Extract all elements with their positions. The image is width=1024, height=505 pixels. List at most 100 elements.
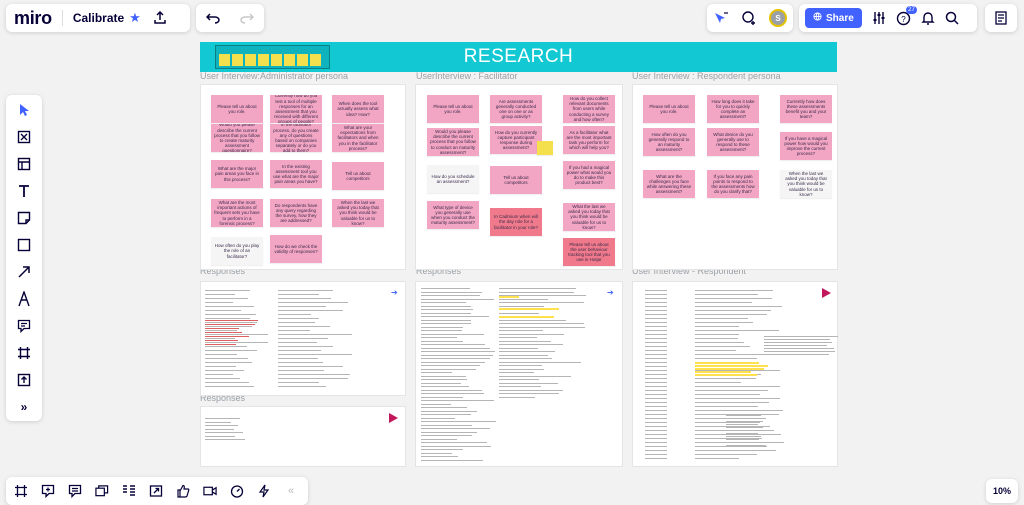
cards-icon[interactable]: [95, 484, 109, 498]
chat-icon[interactable]: [68, 484, 82, 498]
sticky-note[interactable]: When the last we asked you today that yo…: [780, 170, 832, 198]
banner-mini-frame[interactable]: [215, 45, 330, 69]
open-link-icon[interactable]: ➔: [391, 288, 398, 297]
highlighted-text: [695, 365, 768, 367]
bell-icon[interactable]: [921, 11, 935, 26]
text-line: [278, 382, 319, 383]
sticky-note[interactable]: When does the tool actually assess what …: [332, 95, 384, 123]
share-button[interactable]: Share: [805, 8, 862, 28]
sticky-note[interactable]: How do you schedule an assessment?: [427, 165, 479, 193]
comment-marker[interactable]: [537, 141, 553, 155]
presentation-marker-icon[interactable]: [822, 288, 831, 298]
frame-title-facilitator[interactable]: UserInterview : Facilitator: [416, 71, 518, 81]
collapse-toolbar-icon[interactable]: «: [284, 484, 298, 498]
sticky-note[interactable]: What are the major pain areas you face i…: [211, 160, 263, 188]
zoom-level[interactable]: 10%: [986, 479, 1018, 503]
sticky-note[interactable]: How do we check the validity of response…: [270, 235, 322, 263]
activity-lightning-icon[interactable]: [257, 484, 271, 498]
arrow-tool-icon[interactable]: [13, 263, 35, 281]
video-call-icon[interactable]: [203, 484, 217, 498]
comments-panel-icon[interactable]: [41, 484, 55, 498]
sticky-note[interactable]: How do you currently capture participant…: [490, 126, 542, 154]
sticky-note[interactable]: What are the challenges you face while a…: [643, 170, 695, 198]
notes-icon[interactable]: [994, 11, 1008, 25]
board-name[interactable]: Calibrate: [73, 11, 124, 25]
sticky-note[interactable]: What the last we asked you today that yo…: [563, 203, 615, 231]
text-line: [499, 305, 545, 307]
comment-tool-icon[interactable]: [13, 317, 35, 335]
sticky-note[interactable]: Please tell us about you role.: [211, 95, 263, 123]
more-tools-icon[interactable]: »: [13, 398, 35, 416]
text-line: [726, 445, 766, 446]
frame-title-admin[interactable]: User Interview:Administrator persona: [200, 71, 348, 81]
sticky-note[interactable]: Would you please describe the current pr…: [427, 128, 479, 156]
sticky-note[interactable]: Please tell us about you role.: [643, 95, 695, 123]
sticky-note[interactable]: In Cadmium when will the day role for a …: [490, 208, 542, 236]
sticky-note[interactable]: What device do you generally use to resp…: [707, 128, 759, 156]
sticky-note[interactable]: How do you collect relevant documents fr…: [563, 95, 615, 123]
avatar[interactable]: S: [769, 9, 787, 27]
sticky-note[interactable]: If you face any pain points to respond t…: [707, 170, 759, 198]
crop-frame-tool-icon[interactable]: [13, 344, 35, 362]
frames-panel-icon[interactable]: [14, 484, 28, 498]
frame-title-respondent-persona[interactable]: User Interview : Respondent persona: [632, 71, 781, 81]
sticky-note[interactable]: Tell us about competitors: [490, 166, 542, 194]
open-link-icon[interactable]: ➔: [607, 288, 614, 297]
text-line: [421, 358, 490, 359]
sticky-note[interactable]: In the facilitator process, do you creat…: [270, 124, 322, 152]
sticky-note[interactable]: In the existing assessment tool you use …: [270, 160, 322, 188]
sticky-note-tool-icon[interactable]: [13, 209, 35, 227]
sticky-note[interactable]: Are assessments generally conducted one …: [490, 95, 542, 123]
share-label: Share: [826, 12, 854, 24]
text-tool-icon[interactable]: [13, 182, 35, 200]
export-icon[interactable]: [153, 11, 167, 25]
sticky-note[interactable]: What are the most important actions of f…: [211, 199, 263, 227]
text-line: [278, 354, 353, 355]
undo-icon[interactable]: [206, 12, 220, 24]
sticky-note[interactable]: As a facilitator what are the most impor…: [563, 126, 615, 154]
sticky-note[interactable]: Tell us about competitors: [332, 162, 384, 190]
text-line: [695, 422, 760, 423]
shape-tool-icon[interactable]: [13, 236, 35, 254]
cursor-follow-icon[interactable]: [713, 11, 729, 25]
sticky-note[interactable]: How often do you generally respond to an…: [643, 128, 695, 156]
timer-icon[interactable]: [230, 484, 244, 498]
sticky-note[interactable]: Do respondents have any query regarding …: [270, 199, 322, 227]
redo-icon[interactable]: [240, 12, 254, 24]
sticky-note[interactable]: Would you please describe the current pr…: [211, 124, 263, 152]
sticky-note[interactable]: How long does it take for you to quickly…: [707, 95, 759, 123]
select-tool-icon[interactable]: [13, 101, 35, 119]
frame-responses-3[interactable]: [200, 406, 406, 467]
mini-sticky: [232, 54, 243, 66]
reactions-icon[interactable]: [176, 484, 190, 498]
presentation-marker-icon[interactable]: [389, 413, 398, 423]
text-line: [421, 389, 482, 391]
sticky-note[interactable]: Please tell us about the user behaviour …: [563, 238, 615, 266]
text-line: [645, 434, 667, 435]
sticky-note[interactable]: Currently how do you test a tool of mult…: [270, 95, 322, 123]
screen-share-icon[interactable]: [149, 484, 163, 498]
sticky-note[interactable]: What are your expectations from facilita…: [332, 124, 384, 152]
text-line: [645, 322, 667, 323]
sticky-note[interactable]: Please tell us about you role.: [427, 95, 479, 123]
text-line: [499, 365, 543, 366]
pen-tool-icon[interactable]: [13, 290, 35, 308]
star-icon[interactable]: ★: [129, 10, 141, 26]
template-tool-icon[interactable]: [13, 155, 35, 173]
upload-tool-icon[interactable]: [13, 371, 35, 389]
kanban-icon[interactable]: [122, 484, 136, 498]
sticky-note[interactable]: If you had a magical power what would yo…: [563, 161, 615, 189]
sticky-note[interactable]: How often do you play the role of an fac…: [211, 237, 263, 265]
sticky-note[interactable]: Currently how does these assessments ben…: [780, 95, 832, 123]
text-line: [421, 431, 478, 433]
sticky-note[interactable]: When the last we asked you today that yo…: [332, 199, 384, 227]
invite-icon[interactable]: [741, 10, 757, 26]
help-icon[interactable]: ? 27: [896, 5, 917, 26]
frame-tool-icon[interactable]: [13, 128, 35, 146]
sticky-note[interactable]: If you have a magical power how would yo…: [780, 132, 832, 160]
miro-logo[interactable]: miro: [14, 8, 52, 29]
sticky-note[interactable]: What type of device you generally use wh…: [427, 201, 479, 229]
search-icon[interactable]: [945, 11, 959, 25]
settings-sliders-icon[interactable]: [872, 11, 886, 25]
text-line: [421, 354, 493, 356]
